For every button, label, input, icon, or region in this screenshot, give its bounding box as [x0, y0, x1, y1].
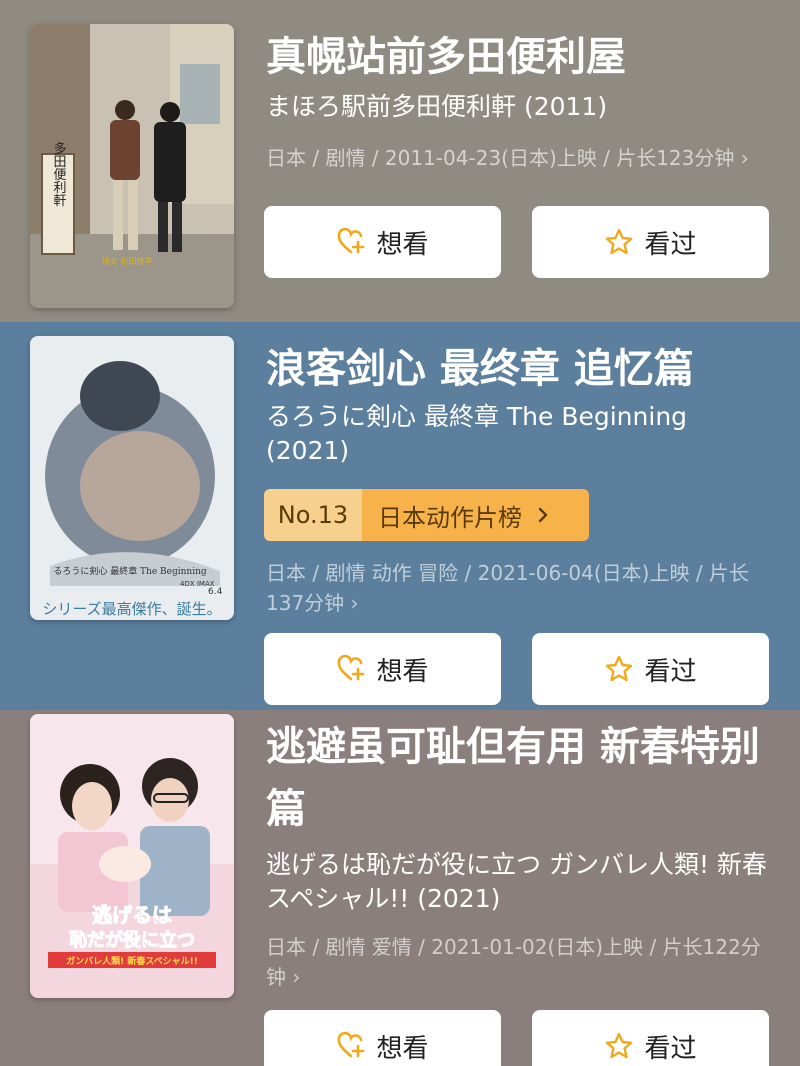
poster-logo-1: 逃げるは: [92, 903, 172, 927]
movie-poster[interactable]: るろうに剣心 最終章 The Beginning 6.4 4DX IMAX シリ…: [30, 336, 234, 620]
movie-title[interactable]: 逃避虽可耻但有用 新春特别篇: [266, 716, 780, 840]
rank-list-name: 日本动作片榜: [378, 503, 522, 532]
want-label: 想看: [376, 229, 429, 260]
star-icon: [606, 228, 633, 255]
movie-original-title: まほろ駅前多田便利軒 (2011): [266, 92, 608, 121]
movie-card-1[interactable]: 多田便利軒 瑛太 松田龍平 真幌站前多田便利屋 まほろ駅前多田便利軒 (2011…: [0, 0, 800, 322]
poster-formats: 4DX IMAX: [180, 580, 215, 588]
poster-logo-3: ガンバレ人類! 新春スペシャル!!: [66, 955, 198, 967]
movie-original-title: 逃げるは恥だが役に立つ ガンバレ人類! 新春スペシャル!! (2021): [266, 850, 767, 913]
want-to-watch-button[interactable]: 想看: [264, 206, 501, 278]
heart-plus-icon: [338, 654, 365, 681]
movie-original-title: るろうに剣心 最終章 The Beginning (2021): [266, 402, 688, 465]
movie-title[interactable]: 浪客剑心 最终章 追忆篇: [266, 338, 780, 400]
watched-button[interactable]: 看过: [532, 633, 769, 705]
poster-logo: るろうに剣心 最終章 The Beginning: [53, 565, 207, 577]
poster-tagline: シリーズ最高傑作、誕生。: [42, 600, 221, 618]
movie-poster[interactable]: 多田便利軒 瑛太 松田龍平: [30, 24, 234, 308]
poster-vertical-text: 多田便利軒: [51, 141, 67, 208]
seen-label: 看过: [644, 229, 697, 260]
star-icon: [606, 655, 633, 682]
seen-label: 看过: [644, 1033, 697, 1064]
movie-title[interactable]: 真幌站前多田便利屋: [266, 26, 780, 88]
poster-cast: 瑛太 松田龍平: [102, 256, 153, 266]
want-to-watch-button[interactable]: 想看: [264, 633, 501, 705]
rank-number: No.13: [264, 489, 362, 541]
heart-plus-icon: [338, 227, 365, 254]
want-label: 想看: [376, 656, 429, 687]
poster-logo-2: 恥だが役に立つ: [69, 929, 195, 951]
movie-poster[interactable]: 逃げるは 恥だが役に立つ ガンバレ人類! 新春スペシャル!!: [30, 714, 234, 998]
movie-card-3[interactable]: 逃げるは 恥だが役に立つ ガンバレ人類! 新春スペシャル!! 逃避虽可耻但有用 …: [0, 710, 800, 1066]
movie-card-2[interactable]: るろうに剣心 最終章 The Beginning 6.4 4DX IMAX シリ…: [0, 322, 800, 710]
ranking-badge[interactable]: No.13 日本动作片榜: [264, 489, 589, 541]
want-label: 想看: [376, 1033, 429, 1064]
star-icon: [606, 1032, 633, 1059]
watched-button[interactable]: 看过: [532, 1010, 769, 1066]
watched-button[interactable]: 看过: [532, 206, 769, 278]
chevron-right-icon: [538, 507, 548, 523]
seen-label: 看过: [644, 656, 697, 687]
movie-meta[interactable]: 日本 / 剧情 动作 冒险 / 2021-06-04(日本)上映 / 片长137…: [266, 558, 776, 618]
poster-date: 6.4: [208, 587, 223, 597]
want-to-watch-button[interactable]: 想看: [264, 1010, 501, 1066]
heart-plus-icon: [338, 1031, 365, 1058]
movie-meta[interactable]: 日本 / 剧情 / 2011-04-23(日本)上映 / 片长123分钟 ›: [266, 143, 776, 173]
movie-meta[interactable]: 日本 / 剧情 爱情 / 2021-01-02(日本)上映 / 片长122分钟 …: [266, 932, 776, 992]
